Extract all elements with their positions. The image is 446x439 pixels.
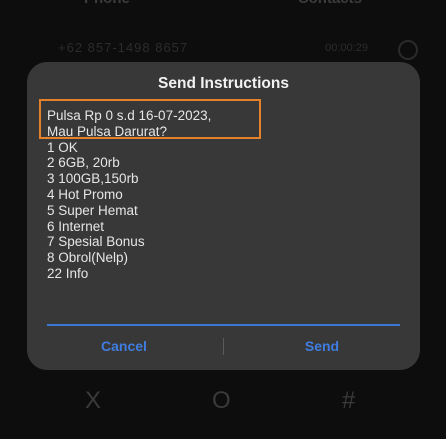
message-line: Pulsa Rp 0 s.d 16-07-2023, [47, 108, 212, 123]
dialog-title: Send Instructions [158, 75, 289, 92]
dialog-message: Pulsa Rp 0 s.d 16-07-2023, Mau Pulsa Dar… [47, 108, 407, 282]
message-line: 1 OK [47, 139, 78, 155]
cancel-button[interactable]: Cancel [54, 333, 194, 359]
message-line: 22 Info [47, 265, 89, 281]
send-instructions-dialog: Send Instructions Pulsa Rp 0 s.d 16-07-2… [27, 62, 420, 370]
message-line: 8 Obrol(Nelp) [47, 250, 129, 266]
background-call-row: +62 857-1498 8657 00:00:29 [28, 38, 418, 60]
screen: Phone Contacts +62 857-1498 8657 00:00:2… [0, 0, 446, 439]
message-line: Mau Pulsa Darurat? [47, 123, 168, 139]
message-line: 4 Hot Promo [47, 186, 123, 202]
background-keypad: X O # [0, 386, 446, 416]
message-line: 7 Spesial Bonus [47, 234, 145, 250]
keypad-key-x[interactable]: X [85, 386, 101, 416]
background-call-number: +62 857-1498 8657 [58, 40, 189, 55]
background-call-time: 00:00:29 [325, 42, 368, 54]
message-line: 5 Super Hemat [47, 202, 138, 218]
keypad-key-o[interactable]: O [212, 386, 231, 416]
info-icon [398, 40, 418, 60]
message-line: 2 6GB, 20rb [47, 155, 120, 171]
background-tabs: Phone Contacts [0, 0, 446, 16]
button-divider [223, 338, 224, 355]
message-line: 6 Internet [47, 218, 105, 234]
reply-input[interactable] [47, 284, 400, 326]
keypad-key-hash[interactable]: # [342, 386, 355, 416]
message-line: 3 100GB,150rb [47, 171, 139, 187]
tab-phone[interactable]: Phone [84, 0, 130, 16]
send-button[interactable]: Send [252, 333, 392, 359]
tab-contacts[interactable]: Contacts [298, 0, 362, 16]
